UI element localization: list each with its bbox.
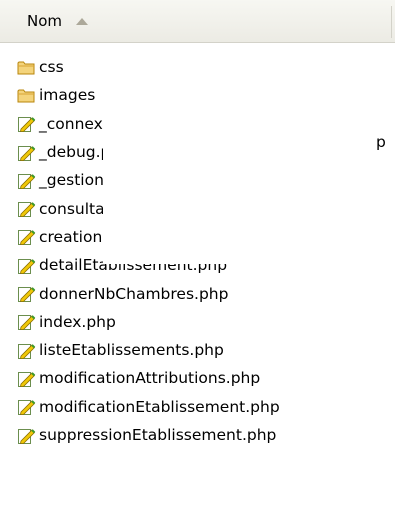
php-file-icon <box>18 230 36 246</box>
sort-ascending-icon <box>76 17 89 25</box>
php-file-icon <box>18 400 36 416</box>
file-name: index.php <box>39 312 116 331</box>
file-name: css <box>39 58 64 77</box>
name-column-label: Nom <box>27 12 63 30</box>
file-name: donnerNbChambres.php <box>39 284 229 303</box>
name-column-header[interactable]: Nom <box>0 0 390 42</box>
php-file-icon <box>18 117 36 133</box>
php-file-icon <box>18 202 36 218</box>
php-file-icon <box>18 315 36 331</box>
php-file-icon <box>18 428 36 444</box>
list-item[interactable]: listeEtablissements.php <box>0 336 395 364</box>
overlay-text-fragment: p <box>376 133 386 151</box>
list-item[interactable]: suppressionEtablissement.php <box>0 421 395 449</box>
blank-overlay-panel: p <box>103 49 386 264</box>
list-item[interactable]: donnerNbChambres.php <box>0 279 395 307</box>
list-item[interactable]: modificationEtablissement.php <box>0 393 395 421</box>
php-file-icon <box>18 258 36 274</box>
php-file-icon <box>18 145 36 161</box>
folder-icon <box>17 61 35 75</box>
list-item[interactable]: index.php <box>0 308 395 336</box>
file-name: modificationEtablissement.php <box>39 397 280 416</box>
column-separator[interactable] <box>391 6 392 38</box>
file-name: images <box>39 86 96 105</box>
column-header-bar: Nom <box>0 0 395 43</box>
php-file-icon <box>18 287 36 303</box>
php-file-icon <box>18 343 36 359</box>
php-file-icon <box>18 173 36 189</box>
file-name: listeEtablissements.php <box>39 341 224 360</box>
folder-icon <box>17 89 35 103</box>
list-item[interactable]: modificationAttributions.php <box>0 364 395 392</box>
php-file-icon <box>18 371 36 387</box>
file-name: suppressionEtablissement.php <box>39 426 277 444</box>
file-name: modificationAttributions.php <box>39 369 261 388</box>
